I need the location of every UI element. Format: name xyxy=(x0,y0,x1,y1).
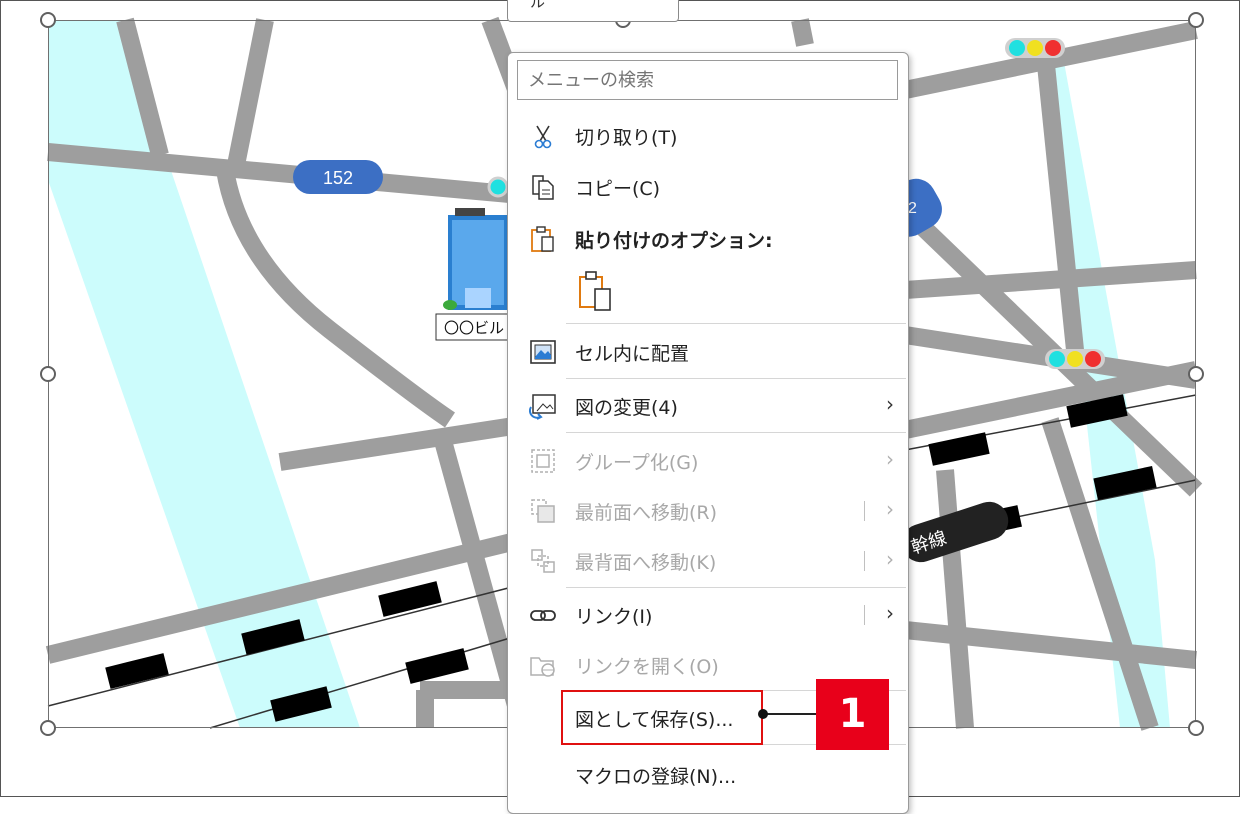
menu-item-place-in-cell[interactable]: セル内に配置 xyxy=(508,327,906,375)
menu-item-send-to-back[interactable]: 最背面へ移動(K) › xyxy=(508,536,906,584)
open-link-icon xyxy=(530,657,555,677)
scissors-icon xyxy=(534,125,552,149)
menu-item-label: リンク(I) xyxy=(575,606,653,628)
menu-item-change-picture[interactable]: 図の変更(4) › xyxy=(508,381,906,429)
menu-separator xyxy=(566,432,906,433)
bring-to-front-icon xyxy=(531,499,555,523)
menu-item-label: 最前面へ移動(R) xyxy=(575,502,718,524)
split-divider xyxy=(864,501,865,521)
menu-item-copy[interactable]: コピー(C) xyxy=(508,162,906,210)
chevron-right-icon: › xyxy=(886,392,894,416)
paste-option-icon xyxy=(579,271,611,311)
menu-item-label: マクロの登録(N)... xyxy=(575,766,737,788)
menu-header-paste-options: 貼り付けのオプション: xyxy=(508,214,906,262)
split-divider xyxy=(864,551,865,571)
step-number-badge: 1 xyxy=(816,679,889,750)
chevron-right-icon: › xyxy=(886,497,894,521)
menu-item-label: コピー(C) xyxy=(575,178,661,200)
chevron-right-icon: › xyxy=(886,447,894,471)
resize-handle-middle-left[interactable] xyxy=(40,366,56,382)
resize-handle-middle-right[interactable] xyxy=(1188,366,1204,382)
mini-toolbar-label: ル xyxy=(530,0,546,11)
menu-item-assign-macro[interactable]: マクロの登録(N)... xyxy=(508,750,906,798)
resize-handle-top-right[interactable] xyxy=(1188,12,1204,28)
link-icon xyxy=(530,610,556,621)
paste-icon xyxy=(531,226,554,252)
menu-item-label: セル内に配置 xyxy=(575,343,690,365)
menu-item-label: リンクを開く(O) xyxy=(575,656,719,678)
send-to-back-icon xyxy=(531,549,555,573)
callout-dot xyxy=(758,709,768,719)
menu-item-label: 最背面へ移動(K) xyxy=(575,552,717,574)
resize-handle-bottom-left[interactable] xyxy=(40,720,56,736)
menu-item-link[interactable]: リンク(I) › xyxy=(508,590,906,638)
menu-item-group[interactable]: グループ化(G) › xyxy=(508,436,906,484)
place-in-cell-icon xyxy=(530,340,556,364)
menu-separator xyxy=(566,587,906,588)
split-divider xyxy=(864,605,865,625)
chevron-right-icon: › xyxy=(886,547,894,571)
menu-item-bring-to-front[interactable]: 最前面へ移動(R) › xyxy=(508,486,906,534)
menu-search-input[interactable] xyxy=(517,60,898,100)
resize-handle-top-left[interactable] xyxy=(40,12,56,28)
menu-separator xyxy=(566,323,906,324)
callout-line xyxy=(763,713,816,715)
paste-option-button[interactable] xyxy=(508,263,906,313)
mini-toolbar-tab[interactable]: ル xyxy=(507,0,679,22)
menu-item-label: 切り取り(T) xyxy=(575,127,678,149)
chevron-right-icon: › xyxy=(886,601,894,625)
menu-separator xyxy=(566,378,906,379)
change-picture-icon xyxy=(528,394,556,420)
menu-item-label: 図の変更(4) xyxy=(575,397,678,419)
menu-item-label: 貼り付けのオプション: xyxy=(575,230,773,252)
resize-handle-bottom-right[interactable] xyxy=(1188,720,1204,736)
highlight-box xyxy=(561,690,763,745)
group-icon xyxy=(531,449,555,473)
menu-item-label: グループ化(G) xyxy=(575,452,699,474)
copy-icon xyxy=(532,175,554,200)
menu-item-cut[interactable]: 切り取り(T) xyxy=(508,111,906,159)
